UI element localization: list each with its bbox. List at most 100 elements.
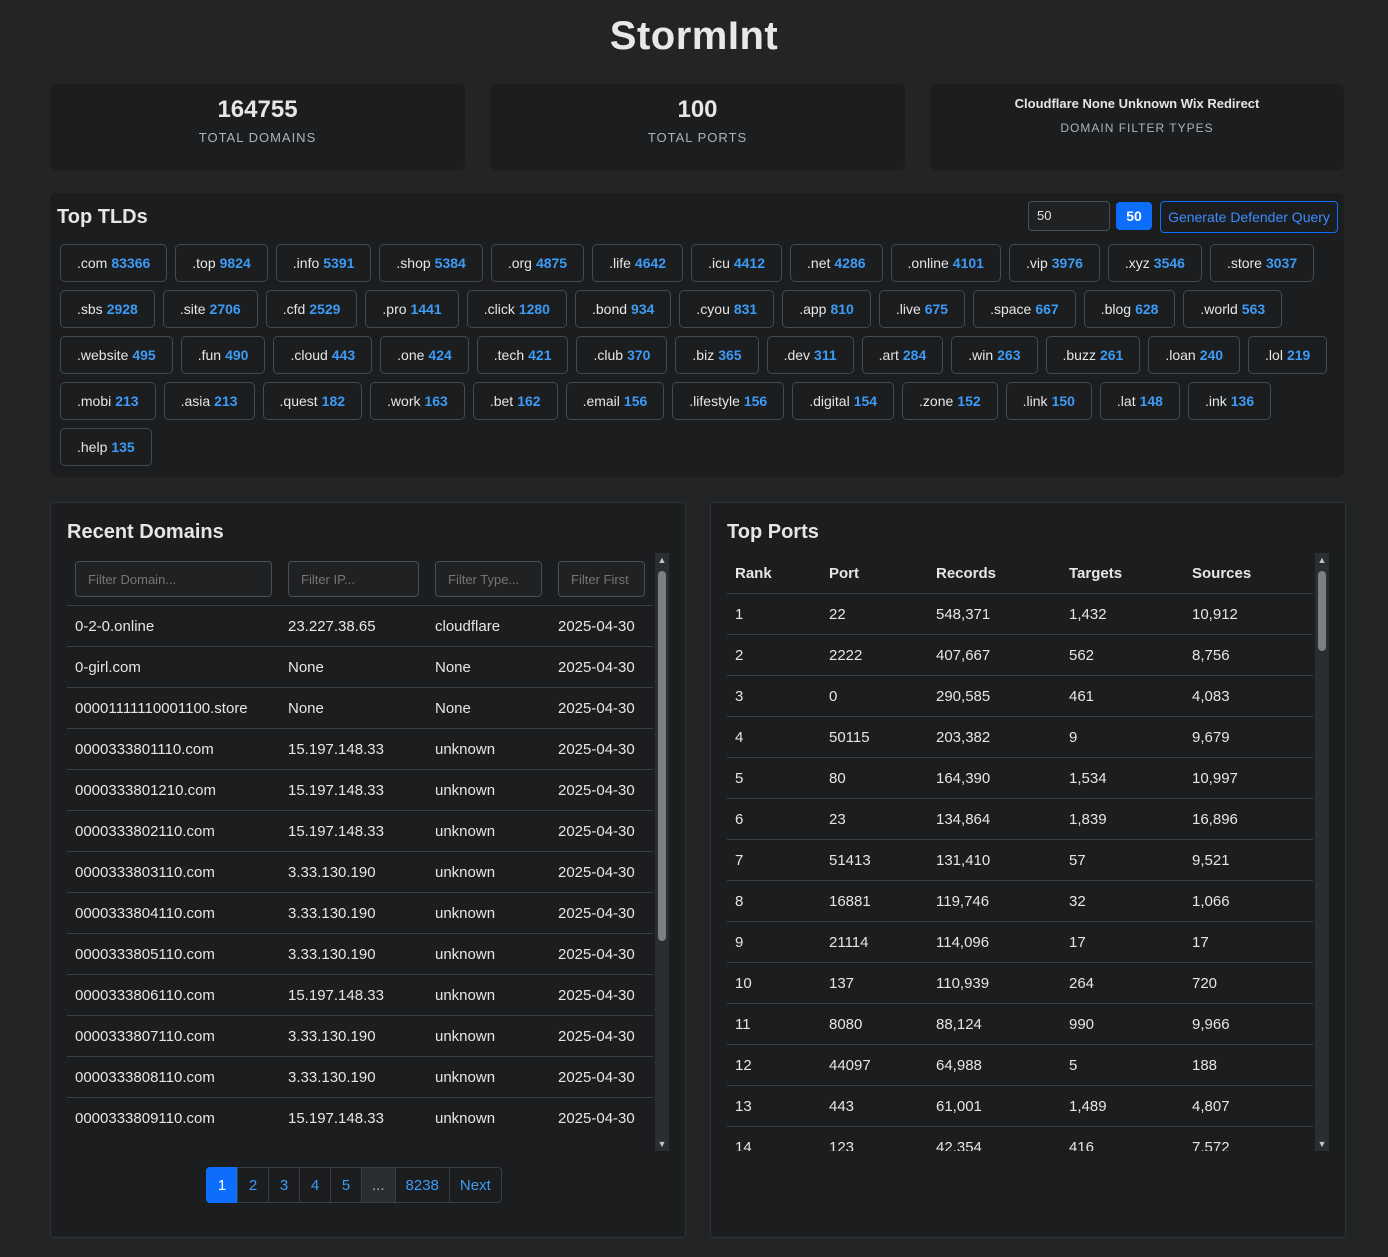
page-button-last[interactable]: 8238 — [394, 1167, 450, 1203]
tld-chip[interactable]: .ink 136 — [1187, 382, 1272, 420]
tld-chip[interactable]: .website 495 — [60, 336, 173, 374]
tld-chip[interactable]: .bond 934 — [574, 290, 672, 328]
tld-chip[interactable]: .info 5391 — [275, 244, 372, 282]
tld-chip[interactable]: .help 135 — [60, 428, 152, 466]
tld-chip[interactable]: .com 83366 — [60, 244, 168, 282]
tld-chip[interactable]: .click 1280 — [466, 290, 567, 328]
tld-chip[interactable]: .lifestyle 156 — [672, 382, 785, 420]
tld-chip[interactable]: .zone 152 — [902, 382, 998, 420]
tld-chip[interactable]: .cloud 443 — [273, 336, 373, 374]
filter-type-input[interactable] — [435, 561, 542, 597]
column-header-port[interactable]: Port — [821, 553, 928, 594]
tld-chip[interactable]: .lat 148 — [1099, 382, 1180, 420]
tld-chip[interactable]: .shop 5384 — [379, 244, 483, 282]
column-header-rank[interactable]: Rank — [727, 553, 821, 594]
tld-chip[interactable]: .pro 1441 — [365, 290, 459, 328]
table-row[interactable]: 9 21114 114,096 17 17 — [727, 921, 1313, 963]
table-row[interactable]: 12 44097 64,988 5 188 — [727, 1044, 1313, 1086]
page-button[interactable]: 3 — [268, 1167, 300, 1203]
tld-chip[interactable]: .mobi 213 — [60, 382, 156, 420]
tld-chip[interactable]: .fun 490 — [180, 336, 266, 374]
table-row[interactable]: 0000333801110.com 15.197.148.33 unknown 202… — [67, 728, 653, 770]
table-row[interactable]: 11 8080 88,124 990 9,966 — [727, 1003, 1313, 1045]
tld-chip[interactable]: .link 150 — [1005, 382, 1092, 420]
tld-chip[interactable]: .work 163 — [370, 382, 465, 420]
tld-chip[interactable]: .online 4101 — [890, 244, 1001, 282]
table-row[interactable]: 00001111110001100.store None None 2025-04-3… — [67, 687, 653, 729]
tld-chip[interactable]: .blog 628 — [1083, 290, 1176, 328]
table-row[interactable]: 0-2-0.online 23.227.38.65 cloudflare 2025-0… — [67, 605, 653, 647]
table-row[interactable]: 13 443 61,001 1,489 4,807 — [727, 1085, 1313, 1127]
tld-chip[interactable]: .world 563 — [1183, 290, 1283, 328]
table-row[interactable]: 4 50115 203,382 9 9,679 — [727, 716, 1313, 758]
table-row[interactable]: 0000333803110.com 3.33.130.190 unknown 2025… — [67, 851, 653, 893]
tld-chip[interactable]: .loan 240 — [1148, 336, 1241, 374]
page-button[interactable]: 5 — [330, 1167, 362, 1203]
tld-chip[interactable]: .digital 154 — [792, 382, 895, 420]
tld-chip[interactable]: .icu 4412 — [691, 244, 783, 282]
table-row[interactable]: 10 137 110,939 264 720 — [727, 962, 1313, 1004]
tld-chip[interactable]: .email 156 — [565, 382, 665, 420]
table-row[interactable]: 0000333809110.com 15.197.148.33 unknown 202… — [67, 1097, 653, 1138]
tld-chip[interactable]: .space 667 — [973, 290, 1076, 328]
column-header-records[interactable]: Records — [928, 553, 1061, 594]
scroll-thumb[interactable] — [1318, 571, 1326, 651]
tld-chip[interactable]: .quest 182 — [262, 382, 363, 420]
filter-ip-input[interactable] — [288, 561, 419, 597]
table-row[interactable]: 0000333804110.com 3.33.130.190 unknown 2025… — [67, 892, 653, 934]
tld-chip[interactable]: .live 675 — [878, 290, 966, 328]
table-row[interactable]: 7 51413 131,410 57 9,521 — [727, 839, 1313, 881]
table-row[interactable]: 0000333808110.com 3.33.130.190 unknown 2025… — [67, 1056, 653, 1098]
tld-chip[interactable]: .dev 311 — [766, 336, 854, 374]
scroll-up-icon[interactable]: ▲ — [1315, 553, 1329, 567]
tld-chip[interactable]: .cyou 831 — [679, 290, 775, 328]
next-page-button[interactable]: Next — [448, 1167, 502, 1203]
scroll-down-icon[interactable]: ▼ — [1315, 1137, 1329, 1151]
scroll-down-icon[interactable]: ▼ — [655, 1137, 669, 1151]
tld-chip[interactable]: .life 4642 — [592, 244, 684, 282]
tld-chip[interactable]: .top 9824 — [175, 244, 268, 282]
tld-chip[interactable]: .biz 365 — [675, 336, 759, 374]
scroll-up-icon[interactable]: ▲ — [655, 553, 669, 567]
page-button[interactable]: 4 — [299, 1167, 331, 1203]
tld-chip[interactable]: .bet 162 — [472, 382, 558, 420]
tld-chip[interactable]: .one 424 — [380, 336, 469, 374]
tld-chip[interactable]: .art 284 — [861, 336, 944, 374]
table-row[interactable]: 0000333805110.com 3.33.130.190 unknown 2025… — [67, 933, 653, 975]
table-row[interactable]: 0000333801210.com 15.197.148.33 unknown 202… — [67, 769, 653, 811]
tld-chip[interactable]: .cfd 2529 — [265, 290, 358, 328]
tld-chip[interactable]: .xyz 3546 — [1107, 244, 1202, 282]
column-header-sources[interactable]: Sources — [1184, 553, 1313, 594]
table-row[interactable]: 14 123 42,354 416 7,572 — [727, 1126, 1313, 1151]
table-row[interactable]: 0000333807110.com 3.33.130.190 unknown 2025… — [67, 1015, 653, 1057]
table-row[interactable]: 0000333806110.com 15.197.148.33 unknown 202… — [67, 974, 653, 1016]
tld-chip[interactable]: .buzz 261 — [1045, 336, 1141, 374]
column-header-targets[interactable]: Targets — [1061, 553, 1184, 594]
tld-chip[interactable]: .tech 421 — [476, 336, 569, 374]
table-row[interactable]: 1 22 548,371 1,432 10,912 — [727, 593, 1313, 635]
generate-defender-query-button[interactable]: Generate Defender Query — [1160, 201, 1338, 233]
tld-chip[interactable]: .club 370 — [576, 336, 668, 374]
ports-scrollbar[interactable]: ▲ ▼ — [1315, 553, 1329, 1151]
table-row[interactable]: 5 80 164,390 1,534 10,997 — [727, 757, 1313, 799]
tld-chip[interactable]: .sbs 2928 — [60, 290, 155, 328]
table-row[interactable]: 6 23 134,864 1,839 16,896 — [727, 798, 1313, 840]
tld-chip[interactable]: .site 2706 — [162, 290, 258, 328]
tld-chip[interactable]: .store 3037 — [1209, 244, 1315, 282]
filter-first-input[interactable] — [558, 561, 645, 597]
tld-chip[interactable]: .org 4875 — [490, 244, 585, 282]
page-button[interactable]: 1 — [206, 1167, 238, 1203]
table-row[interactable]: 8 16881 119,746 32 1,066 — [727, 880, 1313, 922]
tld-chip[interactable]: .net 4286 — [790, 244, 883, 282]
tld-chip[interactable]: .asia 213 — [163, 382, 255, 420]
table-row[interactable]: 3 0 290,585 461 4,083 — [727, 675, 1313, 717]
tld-chip[interactable]: .lol 219 — [1248, 336, 1328, 374]
scroll-thumb[interactable] — [658, 571, 666, 941]
tld-count-input[interactable] — [1028, 201, 1110, 231]
tld-chip[interactable]: .app 810 — [782, 290, 871, 328]
table-row[interactable]: 2 2222 407,667 562 8,756 — [727, 634, 1313, 676]
table-row[interactable]: 0000333802110.com 15.197.148.33 unknown 202… — [67, 810, 653, 852]
table-row[interactable]: 0-girl.com None None 2025-04-30 — [67, 646, 653, 688]
tld-chip[interactable]: .vip 3976 — [1008, 244, 1100, 282]
tld-chip[interactable]: .win 263 — [951, 336, 1038, 374]
